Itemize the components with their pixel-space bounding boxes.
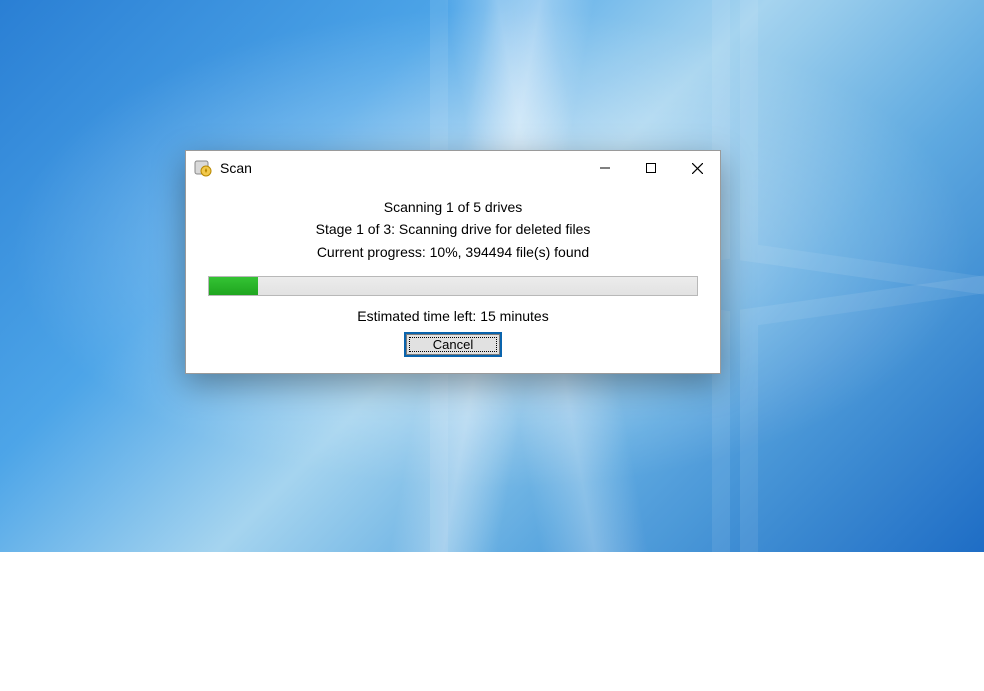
- progress-status: Current progress: 10%, 394494 file(s) fo…: [208, 242, 698, 262]
- maximize-button[interactable]: [628, 151, 674, 185]
- window-title: Scan: [220, 160, 252, 176]
- minimize-button[interactable]: [582, 151, 628, 185]
- stage-status: Stage 1 of 3: Scanning drive for deleted…: [208, 219, 698, 239]
- dialog-content: Scanning 1 of 5 drives Stage 1 of 3: Sca…: [186, 185, 720, 373]
- progress-bar: [208, 276, 698, 296]
- app-icon: [194, 159, 212, 177]
- scan-dialog: Scan Scanning 1 of 5 drives Stage 1 of 3…: [185, 150, 721, 374]
- titlebar[interactable]: Scan: [186, 151, 720, 185]
- eta-status: Estimated time left: 15 minutes: [208, 306, 698, 326]
- close-button[interactable]: [674, 151, 720, 185]
- cancel-button[interactable]: Cancel: [406, 334, 500, 355]
- scanning-status: Scanning 1 of 5 drives: [208, 197, 698, 217]
- wallpaper-pane: [740, 0, 984, 300]
- progress-fill: [209, 277, 258, 295]
- wallpaper-pane: [740, 270, 984, 689]
